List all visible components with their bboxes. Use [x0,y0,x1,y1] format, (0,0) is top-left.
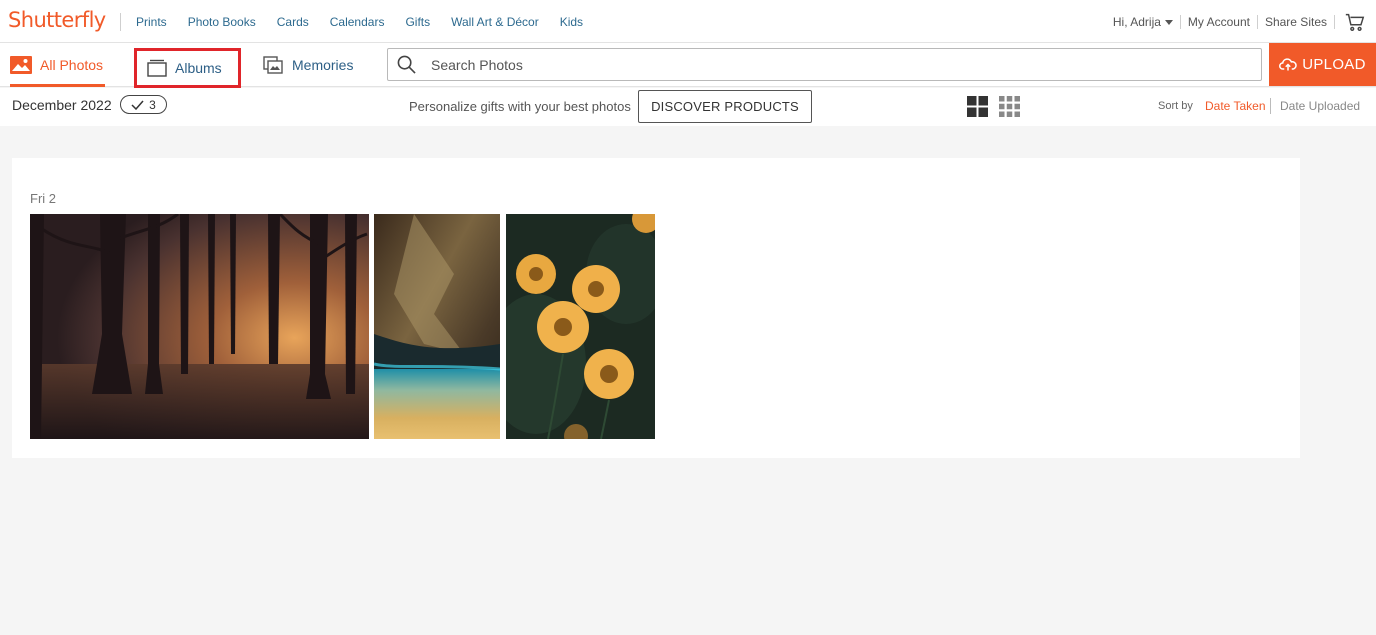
check-icon [131,100,144,110]
cloud-upload-icon [1279,58,1297,71]
nav-links: Prints Photo Books Cards Calendars Gifts… [136,0,604,43]
top-navigation: Shutterfly Prints Photo Books Cards Cale… [0,0,1376,43]
sort-by-label: Sort by [1158,100,1193,112]
upload-label: UPLOAD [1302,56,1366,73]
tab-memories-label: Memories [292,56,354,73]
nav-link-wall-art[interactable]: Wall Art & Décor [451,15,539,29]
promo-text: Personalize gifts with your best photos [409,99,631,114]
month-heading: December 2022 [12,97,112,113]
nav-link-photo-books[interactable]: Photo Books [188,15,256,29]
nav-link-gifts[interactable]: Gifts [405,15,430,29]
user-menu[interactable]: Hi, Adrija [1113,15,1173,29]
tab-memories[interactable]: Memories [263,43,353,86]
cave-image [374,214,500,439]
tab-albums-label: Albums [175,60,222,76]
nav-link-kids[interactable]: Kids [560,15,583,29]
photo-thumbnail-cave[interactable] [374,214,500,439]
chevron-down-icon [1164,19,1173,25]
tab-albums[interactable]: Albums [134,48,241,88]
album-icon [147,59,167,77]
cart-icon[interactable] [1344,11,1366,33]
share-sites-link[interactable]: Share Sites [1265,15,1327,29]
select-count-badge[interactable]: 3 [120,95,167,114]
image-icon [10,55,32,74]
nav-link-prints[interactable]: Prints [136,15,167,29]
tab-all-photos[interactable]: All Photos [10,43,106,87]
account-nav: Hi, Adrija My Account Share Sites [1113,0,1366,43]
day-label: Fri 2 [30,191,56,206]
search-input[interactable] [431,56,1211,73]
sort-date-taken[interactable]: Date Taken [1205,99,1266,113]
nav-divider [120,13,121,31]
photos-tabbar: All Photos Albums Memories UPLOAD [0,43,1376,88]
photo-day-group: Fri 2 [12,158,1300,458]
search-box [387,48,1262,81]
photo-thumbnail-flowers[interactable] [506,214,655,439]
nav-separator [1256,14,1258,29]
grid-small-icon[interactable] [999,96,1020,117]
upload-button[interactable]: UPLOAD [1269,43,1376,86]
filter-subbar: December 2022 3 Personalize gifts with y… [0,88,1376,126]
sort-date-uploaded[interactable]: Date Uploaded [1280,99,1360,113]
forest-image [30,214,369,439]
tab-all-photos-label: All Photos [40,56,104,73]
grid-large-icon[interactable] [967,96,988,117]
search-icon [397,55,416,74]
nav-separator [1334,14,1335,29]
flowers-image [506,214,655,439]
nav-separator [1179,14,1181,29]
shutterfly-logo[interactable]: Shutterfly [8,8,106,32]
memories-icon [263,55,283,74]
photo-thumbnail-forest[interactable] [30,214,369,439]
photo-count: 3 [149,97,156,112]
discover-products-button[interactable]: DISCOVER PRODUCTS [638,90,812,123]
nav-link-cards[interactable]: Cards [277,15,309,29]
nav-link-calendars[interactable]: Calendars [330,15,385,29]
my-account-link[interactable]: My Account [1188,15,1250,29]
user-greeting: Hi, Adrija [1112,14,1161,29]
sort-separator [1270,98,1271,114]
